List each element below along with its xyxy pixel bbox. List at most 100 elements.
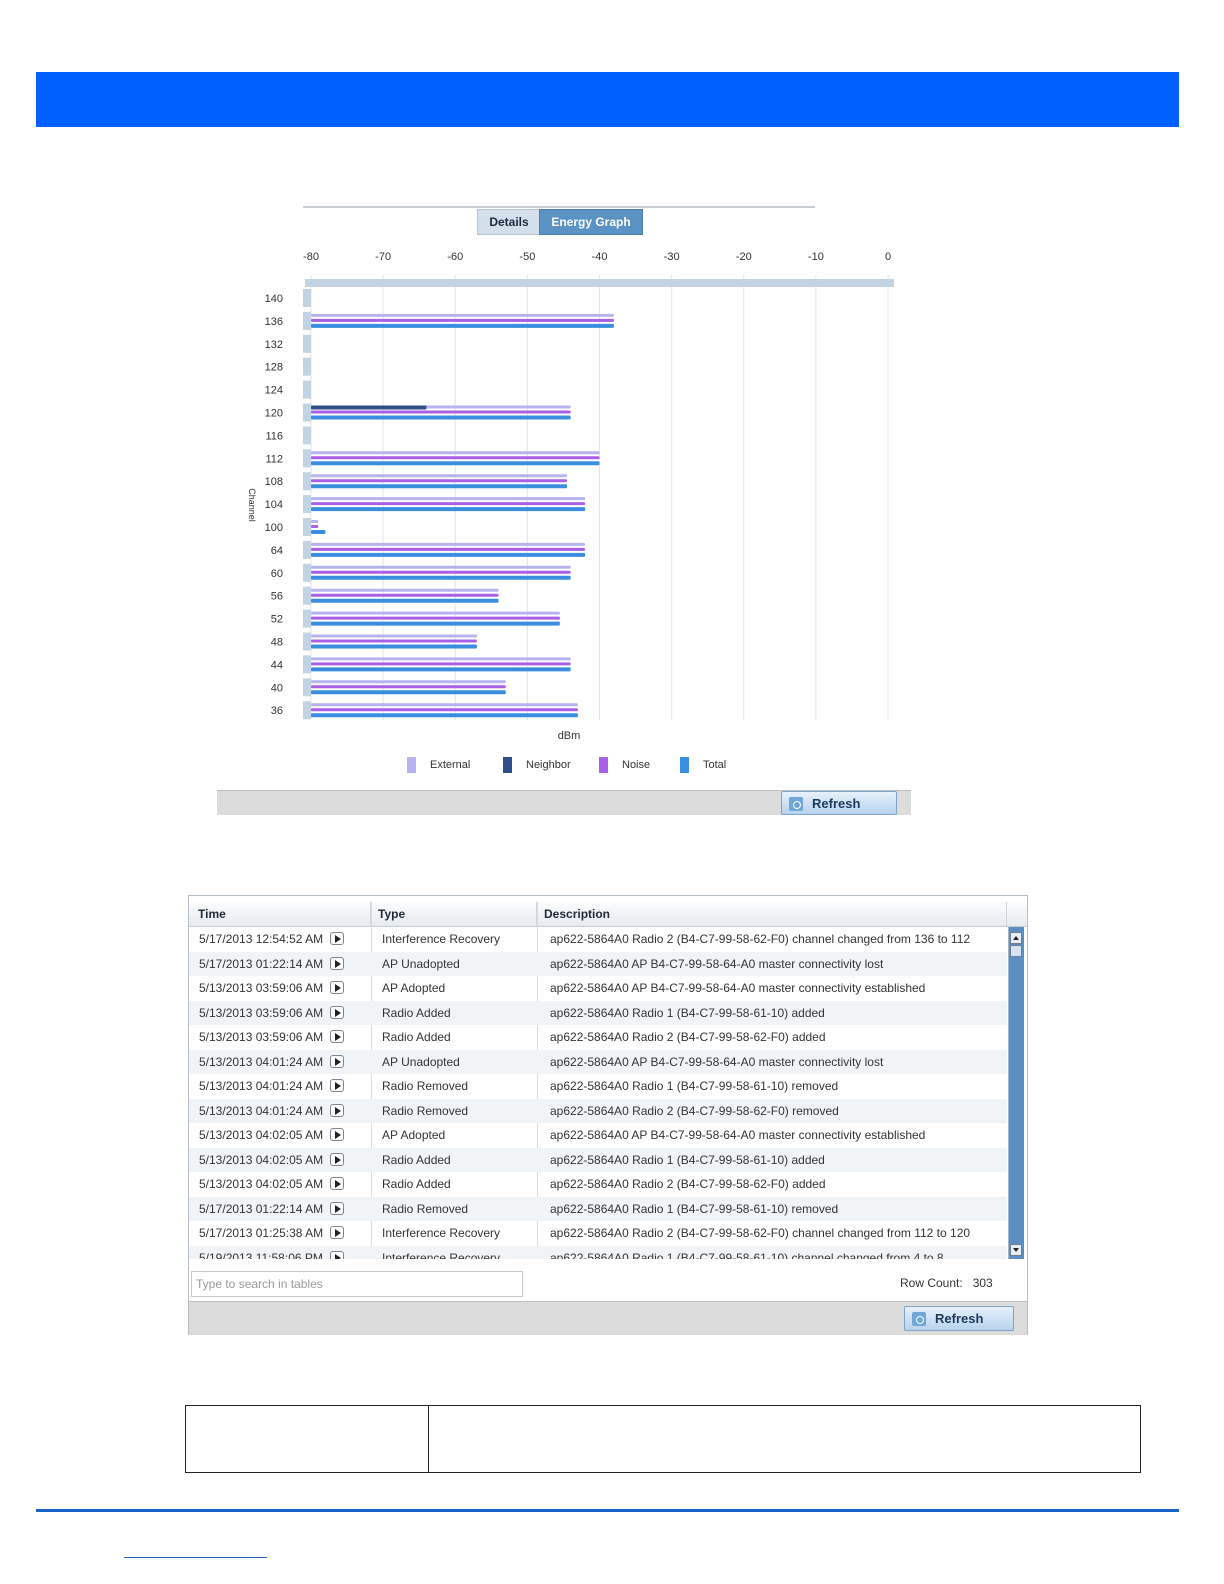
table-row[interactable]: 5/17/2013 01:22:14 AM Radio Removed ap622-… xyxy=(189,1196,1007,1221)
table-search-input[interactable] xyxy=(191,1271,523,1297)
legend-swatch xyxy=(680,757,689,773)
play-icon[interactable] xyxy=(330,1226,344,1239)
cell-type: Radio Removed xyxy=(382,1201,469,1216)
row-count: Row Count: 303 xyxy=(900,1276,993,1290)
table-row[interactable]: 5/13/2013 04:02:05 AM Radio Added ap622-58… xyxy=(189,1147,1007,1172)
legend-label: Noise xyxy=(622,759,650,771)
bar-noise xyxy=(311,708,578,712)
cell-type: AP Adopted xyxy=(382,981,446,995)
bar-noise xyxy=(311,318,614,322)
y-tick-label: 52 xyxy=(271,614,283,626)
refresh-icon xyxy=(789,797,803,811)
table-row[interactable]: 5/13/2013 03:59:06 AM Radio Added ap622-58… xyxy=(189,1025,1007,1050)
bar-external xyxy=(311,520,319,523)
table-row[interactable]: 5/13/2013 03:59:06 AM Radio Added ap622-58… xyxy=(189,1000,1007,1025)
column-header-type[interactable]: Type xyxy=(371,902,537,926)
cell-time: 5/13/2013 03:59:06 AM xyxy=(199,1025,349,1049)
play-icon[interactable] xyxy=(330,932,344,945)
table-scrollbar[interactable] xyxy=(1008,927,1024,1259)
graph-refresh-button[interactable]: Refresh xyxy=(781,791,897,815)
events-table-panel: Time Type Description 5/17/2013 12:54:52… xyxy=(188,895,1028,1335)
cell-time-text: 5/13/2013 03:59:06 AM xyxy=(199,1005,324,1020)
description-table xyxy=(185,1405,1141,1473)
play-icon[interactable] xyxy=(330,1103,344,1117)
play-icon[interactable] xyxy=(330,1079,344,1092)
bar-external xyxy=(311,703,578,707)
play-icon[interactable] xyxy=(330,1005,344,1019)
cell-description: ap622-5864A0 Radio 1 (B4-C7-99-58-61-10)… xyxy=(550,1250,944,1260)
bar-external xyxy=(311,474,568,478)
bar-total xyxy=(311,690,506,695)
bar-total xyxy=(311,667,571,672)
y-tick-label: 124 xyxy=(265,385,283,397)
cell-description: ap622-5864A0 AP B4-C7-99-58-64-A0 master… xyxy=(550,1054,884,1069)
table-row[interactable]: 5/19/2013 11:58:06 PM Interference Recove… xyxy=(189,1245,1007,1260)
table-row[interactable]: 5/13/2013 04:02:05 AM AP Adopted ap622-586… xyxy=(189,1123,1007,1148)
bar-noise xyxy=(311,456,600,460)
channel-row-marker xyxy=(303,403,311,422)
cell-type: Radio Added xyxy=(382,1177,451,1191)
play-icon[interactable] xyxy=(330,1030,344,1043)
column-header-time[interactable]: Time xyxy=(191,902,371,926)
cell-type: Interference Recovery xyxy=(382,1226,501,1240)
cell-description: ap622-5864A0 Radio 2 (B4-C7-99-58-62-F0)… xyxy=(550,1030,826,1044)
x-axis-title: dBm xyxy=(558,730,581,742)
y-tick-label: 108 xyxy=(265,476,283,488)
bar-noise xyxy=(311,547,586,551)
scroll-thumb[interactable] xyxy=(1010,945,1022,957)
cell-time-text: 5/13/2013 04:01:24 AM xyxy=(199,1079,324,1093)
cell-description: ap622-5864A0 Radio 2 (B4-C7-99-58-62-F0)… xyxy=(550,932,971,946)
bar-external xyxy=(311,451,600,455)
channel-row-marker xyxy=(303,495,311,514)
scroll-up-icon[interactable] xyxy=(1010,932,1022,944)
legend-swatch xyxy=(599,757,608,773)
table-row[interactable]: 5/13/2013 04:01:24 AM AP Unadopted ap622-5… xyxy=(189,1049,1007,1074)
y-tick-label: 120 xyxy=(265,408,283,420)
table-row[interactable]: 5/17/2013 01:25:38 AM Interference Recove… xyxy=(189,1221,1007,1246)
table-row[interactable]: 5/13/2013 03:59:06 AM AP Adopted ap622-586… xyxy=(189,976,1007,1001)
table-footer: Refresh xyxy=(189,1301,1027,1335)
play-icon[interactable] xyxy=(330,1152,344,1166)
cell-type: Interference Recovery xyxy=(382,1250,501,1260)
bar-external xyxy=(311,680,506,684)
cell-time-text: 5/17/2013 01:25:38 AM xyxy=(199,1226,324,1240)
cell-time: 5/13/2013 03:59:06 AM xyxy=(199,976,349,1000)
table-row[interactable]: 5/13/2013 04:01:24 AM Radio Removed ap622-… xyxy=(189,1074,1007,1099)
cell-time-text: 5/13/2013 03:59:06 AM xyxy=(199,981,324,995)
column-header-description[interactable]: Description xyxy=(537,902,1007,926)
legend-swatch xyxy=(407,757,416,773)
events-refresh-button[interactable]: Refresh xyxy=(904,1306,1014,1331)
play-icon[interactable] xyxy=(330,1054,344,1068)
play-icon[interactable] xyxy=(330,1177,344,1190)
cell-time-text: 5/17/2013 01:22:14 AM xyxy=(199,956,324,971)
table-row[interactable]: 5/17/2013 01:22:14 AM AP Unadopted ap622-5… xyxy=(189,951,1007,976)
cell-description: ap622-5864A0 Radio 1 (B4-C7-99-58-61-10)… xyxy=(550,1201,839,1216)
footer-link[interactable] xyxy=(124,1557,267,1558)
axis-band xyxy=(305,279,894,287)
play-icon[interactable] xyxy=(330,1201,344,1215)
table-row[interactable]: 5/13/2013 04:02:05 AM Radio Added ap622-58… xyxy=(189,1172,1007,1197)
cell-time: 5/13/2013 04:02:05 AM xyxy=(199,1172,349,1196)
play-icon[interactable] xyxy=(330,1128,344,1141)
cell-description: ap622-5864A0 Radio 1 (B4-C7-99-58-61-10)… xyxy=(550,1079,839,1093)
cell-time-text: 5/17/2013 01:22:14 AM xyxy=(199,1201,324,1216)
cell-type: Radio Added xyxy=(382,1152,451,1167)
play-icon[interactable] xyxy=(330,981,344,994)
x-tick-label: -30 xyxy=(664,251,680,263)
y-tick-label: 44 xyxy=(271,659,283,671)
y-tick-label: 128 xyxy=(265,362,283,374)
scroll-down-icon[interactable] xyxy=(1010,1244,1022,1256)
channel-row-marker xyxy=(303,701,311,720)
table-row[interactable]: 5/13/2013 04:01:24 AM Radio Removed ap622-… xyxy=(189,1098,1007,1123)
cell-time: 5/13/2013 04:01:24 AM xyxy=(199,1050,349,1074)
y-tick-label: 136 xyxy=(265,316,283,328)
play-icon[interactable] xyxy=(330,956,344,970)
y-tick-label: 40 xyxy=(271,682,283,694)
channel-row-marker xyxy=(303,540,311,559)
y-tick-label: 132 xyxy=(265,339,283,351)
play-icon[interactable] xyxy=(330,1250,344,1259)
y-tick-label: 56 xyxy=(271,591,283,603)
table-row[interactable]: 5/17/2013 12:54:52 AM Interference Recove… xyxy=(189,927,1007,952)
channel-row-marker xyxy=(303,472,311,491)
cell-time: 5/13/2013 04:02:05 AM xyxy=(199,1148,349,1172)
